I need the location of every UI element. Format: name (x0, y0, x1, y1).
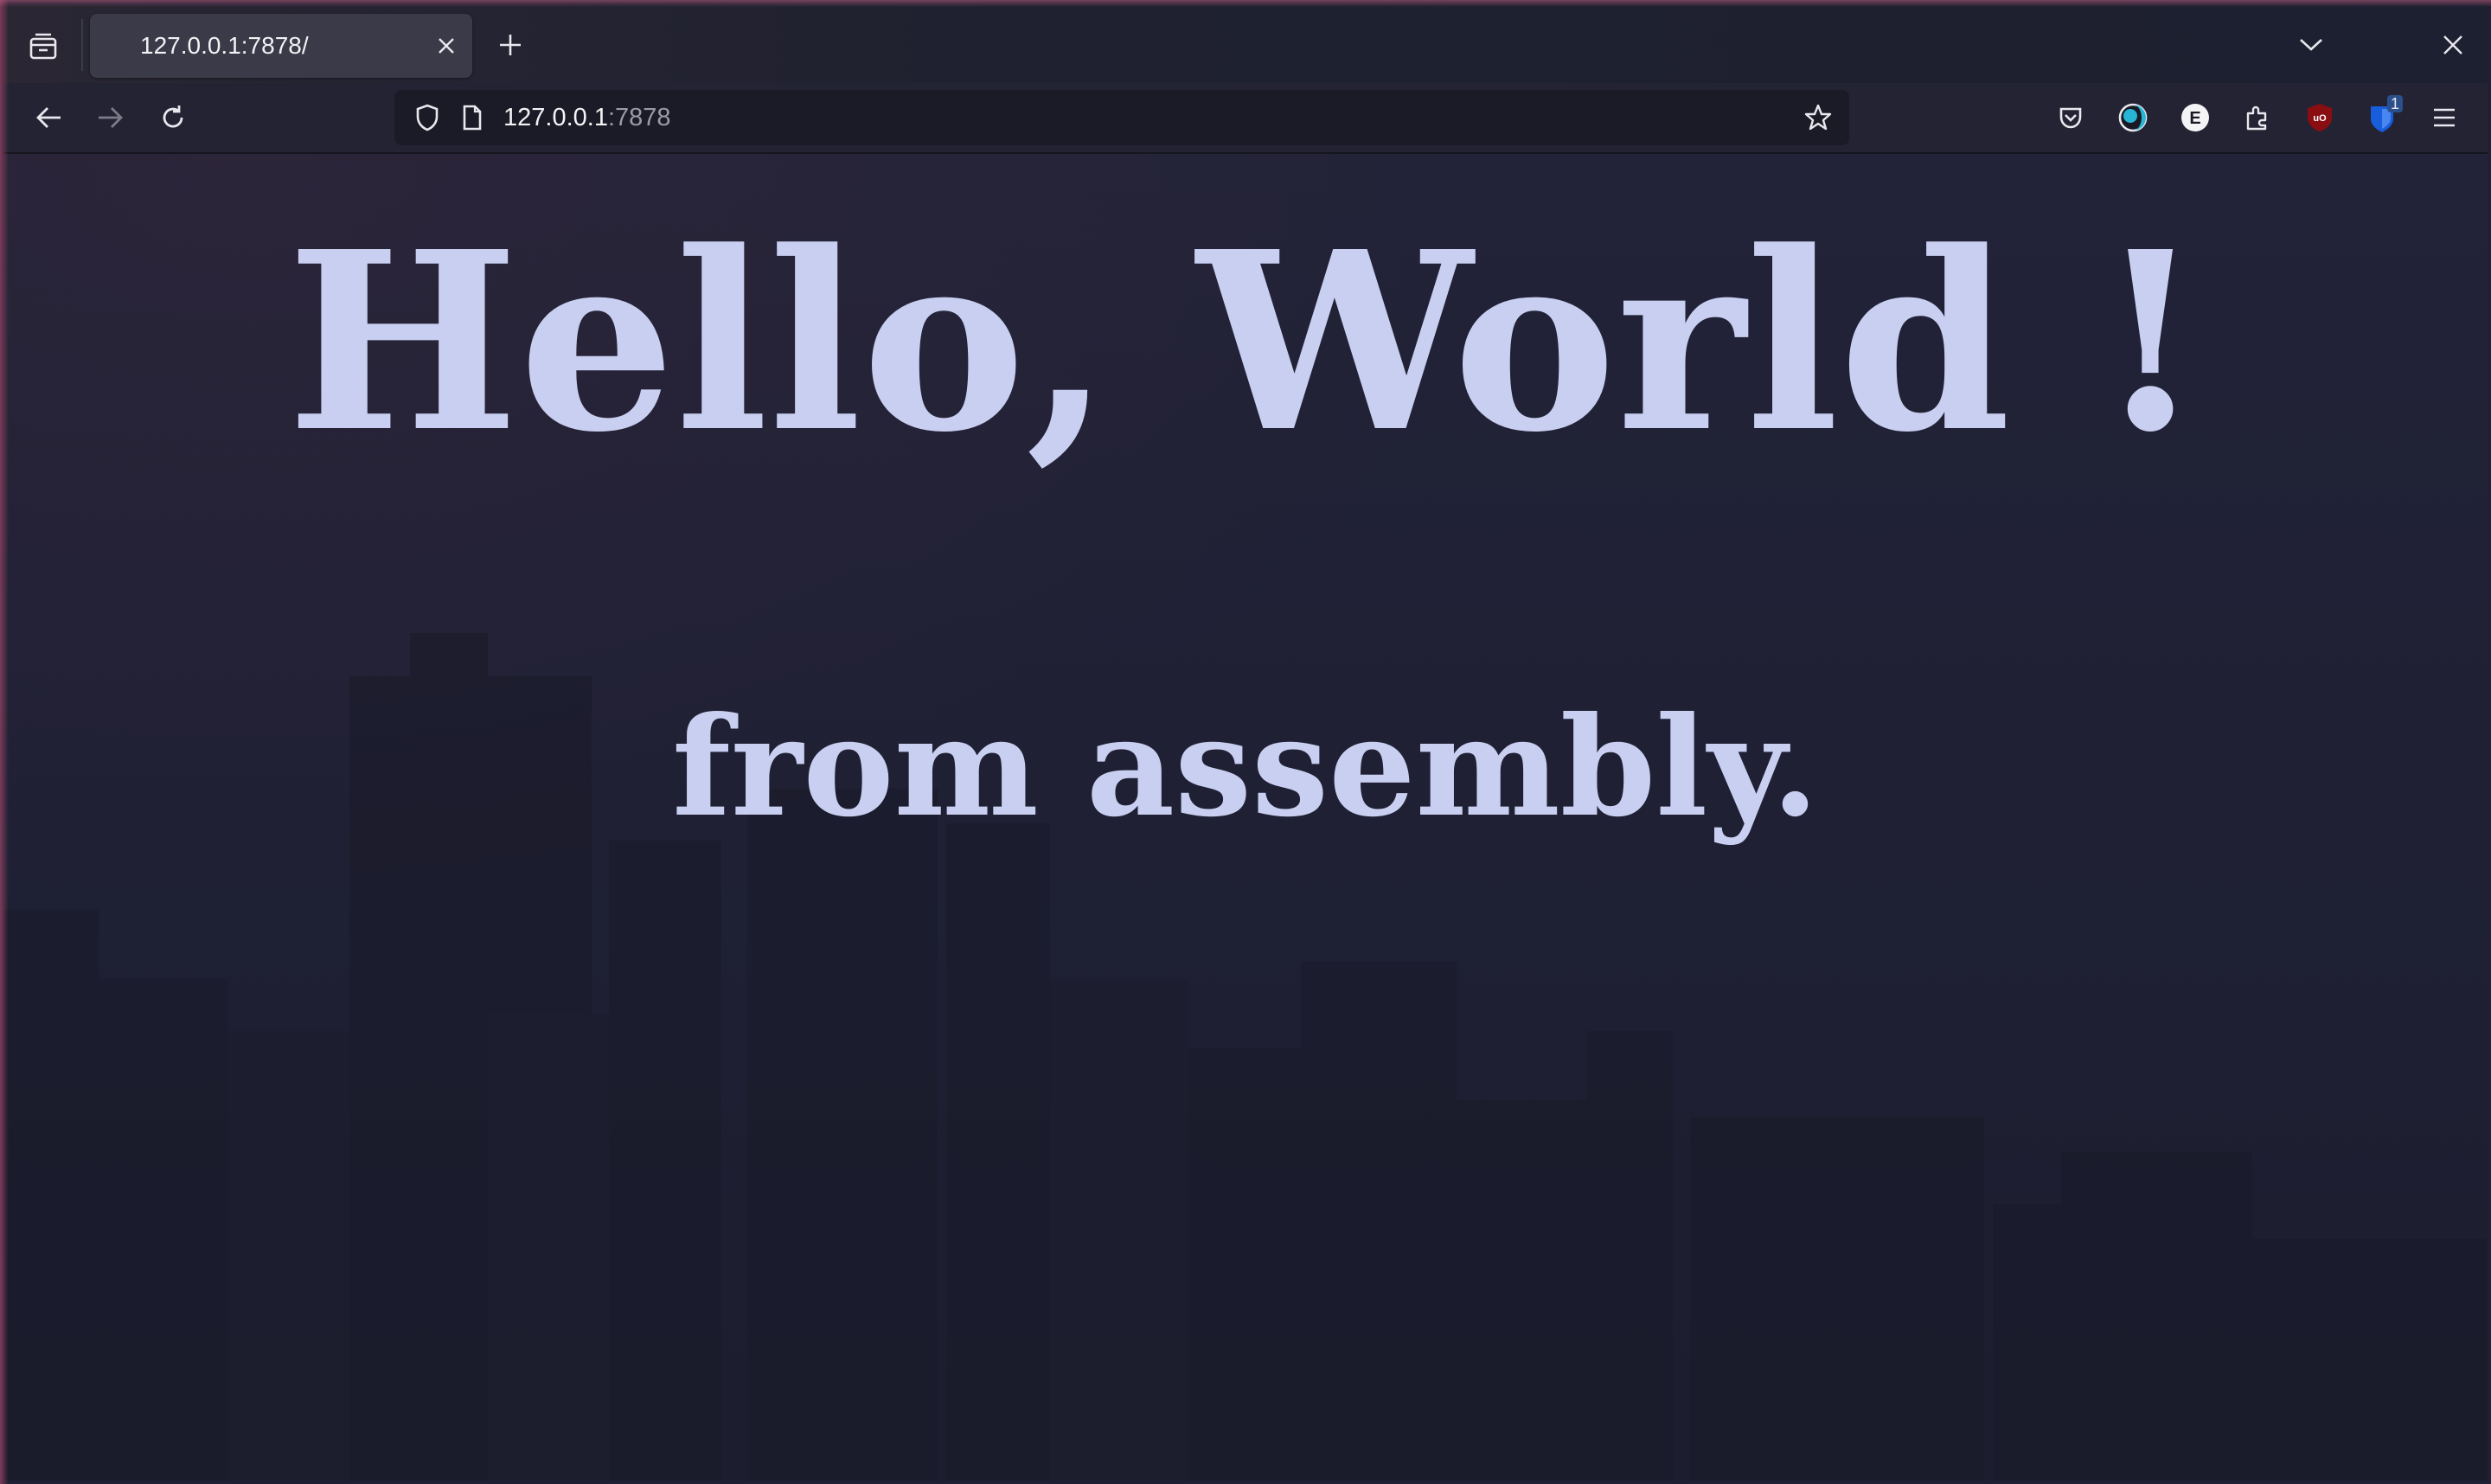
ublock-origin-icon: uO (2308, 104, 2332, 131)
extension-e-button[interactable]: E (2173, 95, 2218, 140)
bookmark-button[interactable] (1799, 99, 1837, 137)
svg-text:uO: uO (2313, 113, 2327, 124)
extension-e-icon: E (2181, 104, 2209, 131)
chevron-down-icon (2300, 39, 2322, 51)
bitwarden-badge: 1 (2386, 95, 2403, 112)
puzzle-icon (2246, 106, 2267, 131)
dark-reader-button[interactable] (2110, 95, 2155, 140)
close-window-button[interactable] (2430, 22, 2475, 67)
shield-icon (416, 104, 439, 131)
browser-window: 127.0.0.1:7878/ 127.0.0.1:7878 E uO 1 He… (0, 0, 2491, 1484)
extensions-button[interactable] (2235, 95, 2280, 140)
tab-close-button[interactable] (429, 29, 464, 63)
page-heading: Hello, World ! (286, 197, 2205, 486)
pocket-button[interactable] (2048, 95, 2093, 140)
page-content: Hello, World ! from assembly. (3, 154, 2488, 1481)
tab-separator (81, 19, 83, 71)
page-icon (463, 105, 482, 131)
reload-button[interactable] (150, 95, 195, 140)
dark-reader-icon (2118, 103, 2148, 132)
close-icon (2443, 35, 2462, 54)
forward-button[interactable] (88, 95, 133, 140)
page-subheading: from assembly. (672, 688, 1819, 848)
arrow-right-icon (99, 107, 123, 128)
firefox-view-button[interactable] (17, 21, 69, 73)
navigation-toolbar: 127.0.0.1:7878 E uO 1 (3, 83, 2488, 154)
firefox-view-icon (29, 33, 57, 60)
svg-text:E: E (2189, 109, 2200, 128)
app-menu-button[interactable] (2422, 95, 2467, 140)
tab-strip: 127.0.0.1:7878/ (3, 5, 2488, 83)
plus-icon (500, 35, 521, 55)
tab-active[interactable]: 127.0.0.1:7878/ (90, 14, 472, 78)
arrow-left-icon (36, 107, 61, 128)
hamburger-menu-icon (2434, 108, 2455, 127)
address-bar[interactable]: 127.0.0.1:7878 (394, 90, 1849, 145)
tab-title: 127.0.0.1:7878/ (140, 32, 309, 59)
new-tab-button[interactable] (488, 22, 533, 67)
tracking-protection-button[interactable] (410, 100, 445, 135)
url-host: 127.0.0.1 (503, 104, 608, 131)
star-icon (1804, 104, 1832, 131)
url-text[interactable]: 127.0.0.1:7878 (503, 90, 671, 145)
close-icon (439, 38, 454, 54)
pocket-icon (2059, 107, 2082, 129)
reload-icon (163, 106, 183, 128)
url-port: :7878 (607, 104, 671, 131)
ublock-origin-button[interactable]: uO (2297, 95, 2342, 140)
list-all-tabs-button[interactable] (2289, 22, 2334, 67)
back-button[interactable] (26, 95, 71, 140)
bitwarden-button[interactable]: 1 (2360, 95, 2405, 140)
site-info-button[interactable] (455, 100, 490, 135)
